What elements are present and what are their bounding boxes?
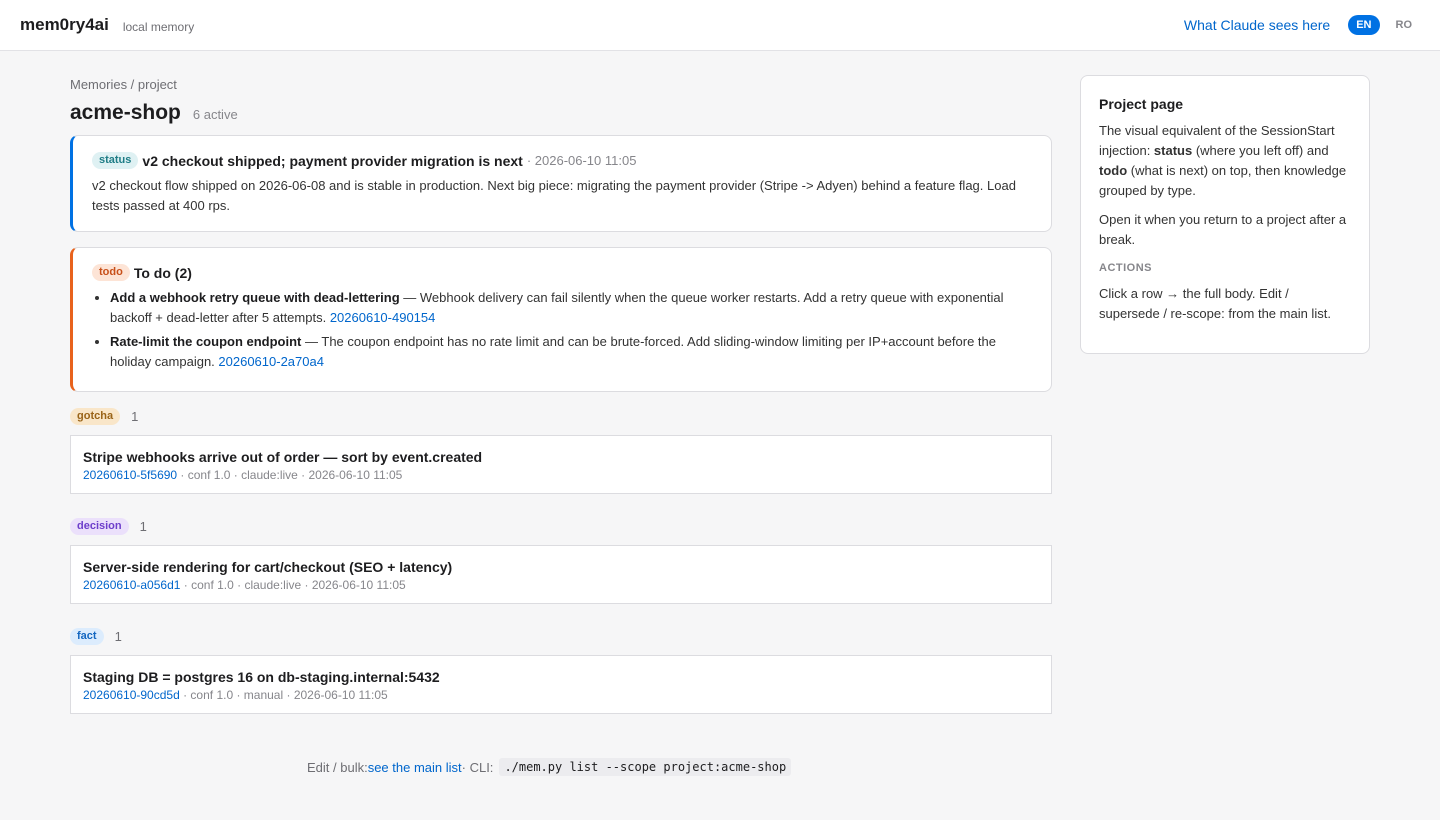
what-claude-sees-link[interactable]: What Claude sees here	[1184, 17, 1330, 33]
row-title: Stripe webhooks arrive out of order — so…	[83, 449, 483, 465]
status-title: v2 checkout shipped; payment provider mi…	[142, 152, 523, 169]
lang-ro-button[interactable]: RO	[1388, 15, 1421, 35]
fact-section-header: fact 1	[70, 626, 1052, 647]
row-meta-text: · conf 1.0 · manual · 2026-06-10 11:05	[179, 688, 388, 702]
gotcha-section-header: gotcha 1	[70, 406, 1052, 427]
main-content: Memories / project acme-shop 6 active st…	[70, 51, 1052, 714]
sidebar-text: (where you left off) and	[1192, 143, 1329, 158]
gotcha-row[interactable]: Stripe webhooks arrive out of order — so…	[70, 435, 1052, 494]
row-meta-text: · conf 1.0 · claude:live · 2026-06-10 11…	[180, 578, 406, 592]
todo-tag: todo	[92, 264, 130, 281]
page-title: acme-shop	[70, 101, 181, 124]
decision-count: 1	[139, 519, 147, 534]
row-id-link[interactable]: 20260610-5f5690	[83, 468, 177, 482]
top-bar: mem0ry4ai local memory What Claude sees …	[0, 0, 1440, 51]
footer: Edit / bulk: see the main list · CLI: ./…	[307, 758, 792, 776]
sidebar-hint: Open it when you return to a project aft…	[1099, 212, 1347, 247]
app-name[interactable]: mem0ry4ai	[20, 15, 109, 35]
footer-prefix: Edit / bulk:	[307, 759, 368, 775]
fact-count: 1	[114, 629, 122, 644]
todo-card-header: todo To do (2)	[92, 264, 1031, 281]
actions-text: Click a row → the full body. Edit / supe…	[1099, 286, 1331, 321]
main-list-link[interactable]: see the main list	[368, 760, 462, 775]
todo-item: Rate-limit the coupon endpoint — The cou…	[110, 332, 1031, 372]
row-meta: 20260610-a056d1 · conf 1.0 · claude:live…	[83, 578, 1039, 592]
todo-title: To do (2)	[133, 264, 192, 281]
top-right-nav: What Claude sees here EN RO	[1184, 15, 1420, 35]
todo-item-title: Rate-limit the coupon endpoint	[110, 334, 302, 349]
row-id-link[interactable]: 20260610-a056d1	[83, 578, 180, 592]
sidebar-todo-term: todo	[1099, 163, 1128, 178]
cli-command: ./mem.py list --scope project:acme-shop	[499, 758, 792, 776]
todo-item-id-link[interactable]: 20260610-2a70a4	[218, 354, 324, 369]
status-date: · 2026-06-10 11:05	[526, 153, 637, 168]
footer-cli-label: · CLI:	[461, 759, 494, 775]
todo-card: todo To do (2) Add a webhook retry queue…	[70, 247, 1052, 392]
fact-row[interactable]: Staging DB = postgres 16 on db-staging.i…	[70, 655, 1052, 714]
decision-row[interactable]: Server-side rendering for cart/checkout …	[70, 545, 1052, 604]
row-title: Server-side rendering for cart/checkout …	[83, 559, 453, 575]
row-id-link[interactable]: 20260610-90cd5d	[83, 688, 180, 702]
status-card[interactable]: status v2 checkout shipped; payment prov…	[70, 135, 1052, 232]
row-meta: 20260610-90cd5d · conf 1.0 · manual · 20…	[83, 688, 1039, 702]
app-subtitle: local memory	[122, 19, 195, 34]
gotcha-tag: gotcha	[70, 408, 121, 425]
sidebar-description: The visual equivalent of the SessionStar…	[1099, 121, 1351, 201]
todo-item-id-link[interactable]: 20260610-490154	[330, 310, 436, 325]
row-meta: 20260610-5f5690 · conf 1.0 · claude:live…	[83, 468, 1039, 482]
sidebar-status-term: status	[1153, 143, 1193, 158]
title-row: acme-shop 6 active	[70, 101, 1052, 125]
status-card-header: status v2 checkout shipped; payment prov…	[92, 152, 1031, 169]
active-count: 6 active	[192, 107, 238, 122]
breadcrumb[interactable]: Memories / project	[70, 77, 1052, 92]
row-meta-text: · conf 1.0 · claude:live · 2026-06-10 11…	[177, 468, 403, 482]
todo-list: Add a webhook retry queue with dead-lett…	[92, 288, 1031, 372]
todo-item: Add a webhook retry queue with dead-lett…	[110, 288, 1031, 328]
sidebar-title: Project page	[1099, 96, 1184, 112]
project-page-sidebar: Project page The visual equivalent of th…	[1080, 75, 1370, 354]
todo-item-title: Add a webhook retry queue with dead-lett…	[110, 290, 400, 305]
lang-en-button[interactable]: EN	[1348, 15, 1380, 35]
decision-section-header: decision 1	[70, 516, 1052, 537]
decision-tag: decision	[70, 518, 129, 535]
row-title: Staging DB = postgres 16 on db-staging.i…	[83, 669, 440, 685]
sidebar-text: (what is next) on top, then knowledge gr…	[1099, 163, 1347, 198]
status-body: v2 checkout flow shipped on 2026-06-08 a…	[92, 178, 1016, 213]
status-tag: status	[92, 152, 139, 169]
gotcha-count: 1	[131, 409, 139, 424]
fact-tag: fact	[70, 628, 104, 645]
actions-heading: ACTIONS	[1099, 262, 1152, 274]
